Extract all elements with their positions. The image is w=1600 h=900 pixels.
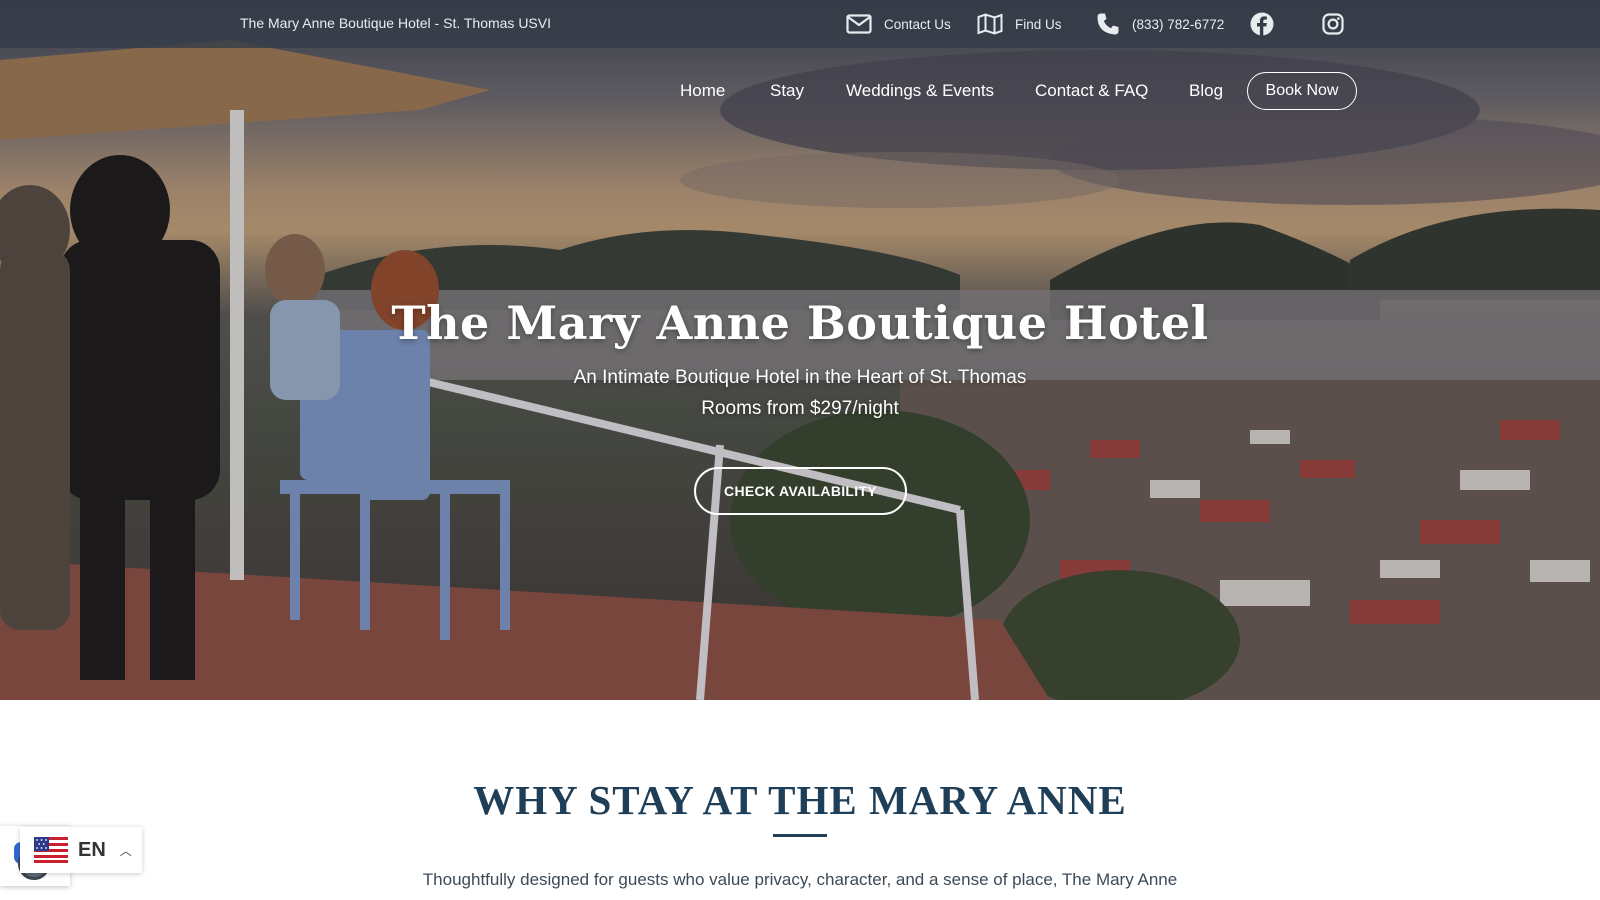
phone-icon (1097, 13, 1119, 35)
phone-link[interactable]: (833) 782-6772 (1096, 10, 1224, 38)
instagram-link[interactable] (1322, 10, 1344, 38)
contact-us-label: Contact Us (884, 16, 951, 32)
envelope-icon (846, 14, 872, 34)
section-intro: Thoughtfully designed for guests who val… (422, 870, 1178, 889)
nav-home[interactable]: Home (680, 81, 725, 101)
hotel-tagline: The Mary Anne Boutique Hotel - St. Thoma… (240, 15, 552, 31)
map-icon (977, 13, 1003, 35)
nav-stay[interactable]: Stay (770, 81, 804, 101)
hero-section: The Mary Anne Boutique Hotel - St. Thoma… (0, 0, 1600, 700)
language-switcher[interactable]: EN ︿ (20, 827, 142, 873)
book-now-button[interactable]: Book Now (1247, 72, 1357, 110)
us-flag-icon (34, 837, 68, 863)
section-heading: WHY STAY AT THE MARY ANNE (473, 777, 1127, 823)
find-us-label: Find Us (1015, 16, 1062, 32)
nav-weddings-events[interactable]: Weddings & Events (846, 81, 994, 101)
phone-number: (833) 782-6772 (1132, 16, 1225, 32)
hero-title: The Mary Anne Boutique Hotel (391, 296, 1209, 350)
language-code: EN (78, 838, 106, 861)
main-nav: Home Stay Weddings & Events Contact & FA… (0, 72, 1600, 110)
facebook-icon (1250, 12, 1274, 36)
hero-subtitle: An Intimate Boutique Hotel in the Heart … (573, 367, 1027, 388)
check-availability-button[interactable]: CHECK AVAILABILITY (694, 467, 907, 515)
heading-divider (773, 834, 827, 837)
chevron-up-icon: ︿ (119, 843, 132, 858)
instagram-icon (1322, 13, 1344, 35)
find-us-link[interactable]: Find Us (977, 10, 1062, 38)
nav-contact-faq[interactable]: Contact & FAQ (1035, 81, 1148, 101)
contact-us-link[interactable]: Contact Us (846, 10, 951, 38)
top-info-bar: The Mary Anne Boutique Hotel - St. Thoma… (0, 0, 1600, 48)
nav-blog[interactable]: Blog (1189, 81, 1223, 101)
hero-price: Rooms from $297/night (701, 398, 899, 419)
facebook-link[interactable] (1250, 10, 1274, 38)
